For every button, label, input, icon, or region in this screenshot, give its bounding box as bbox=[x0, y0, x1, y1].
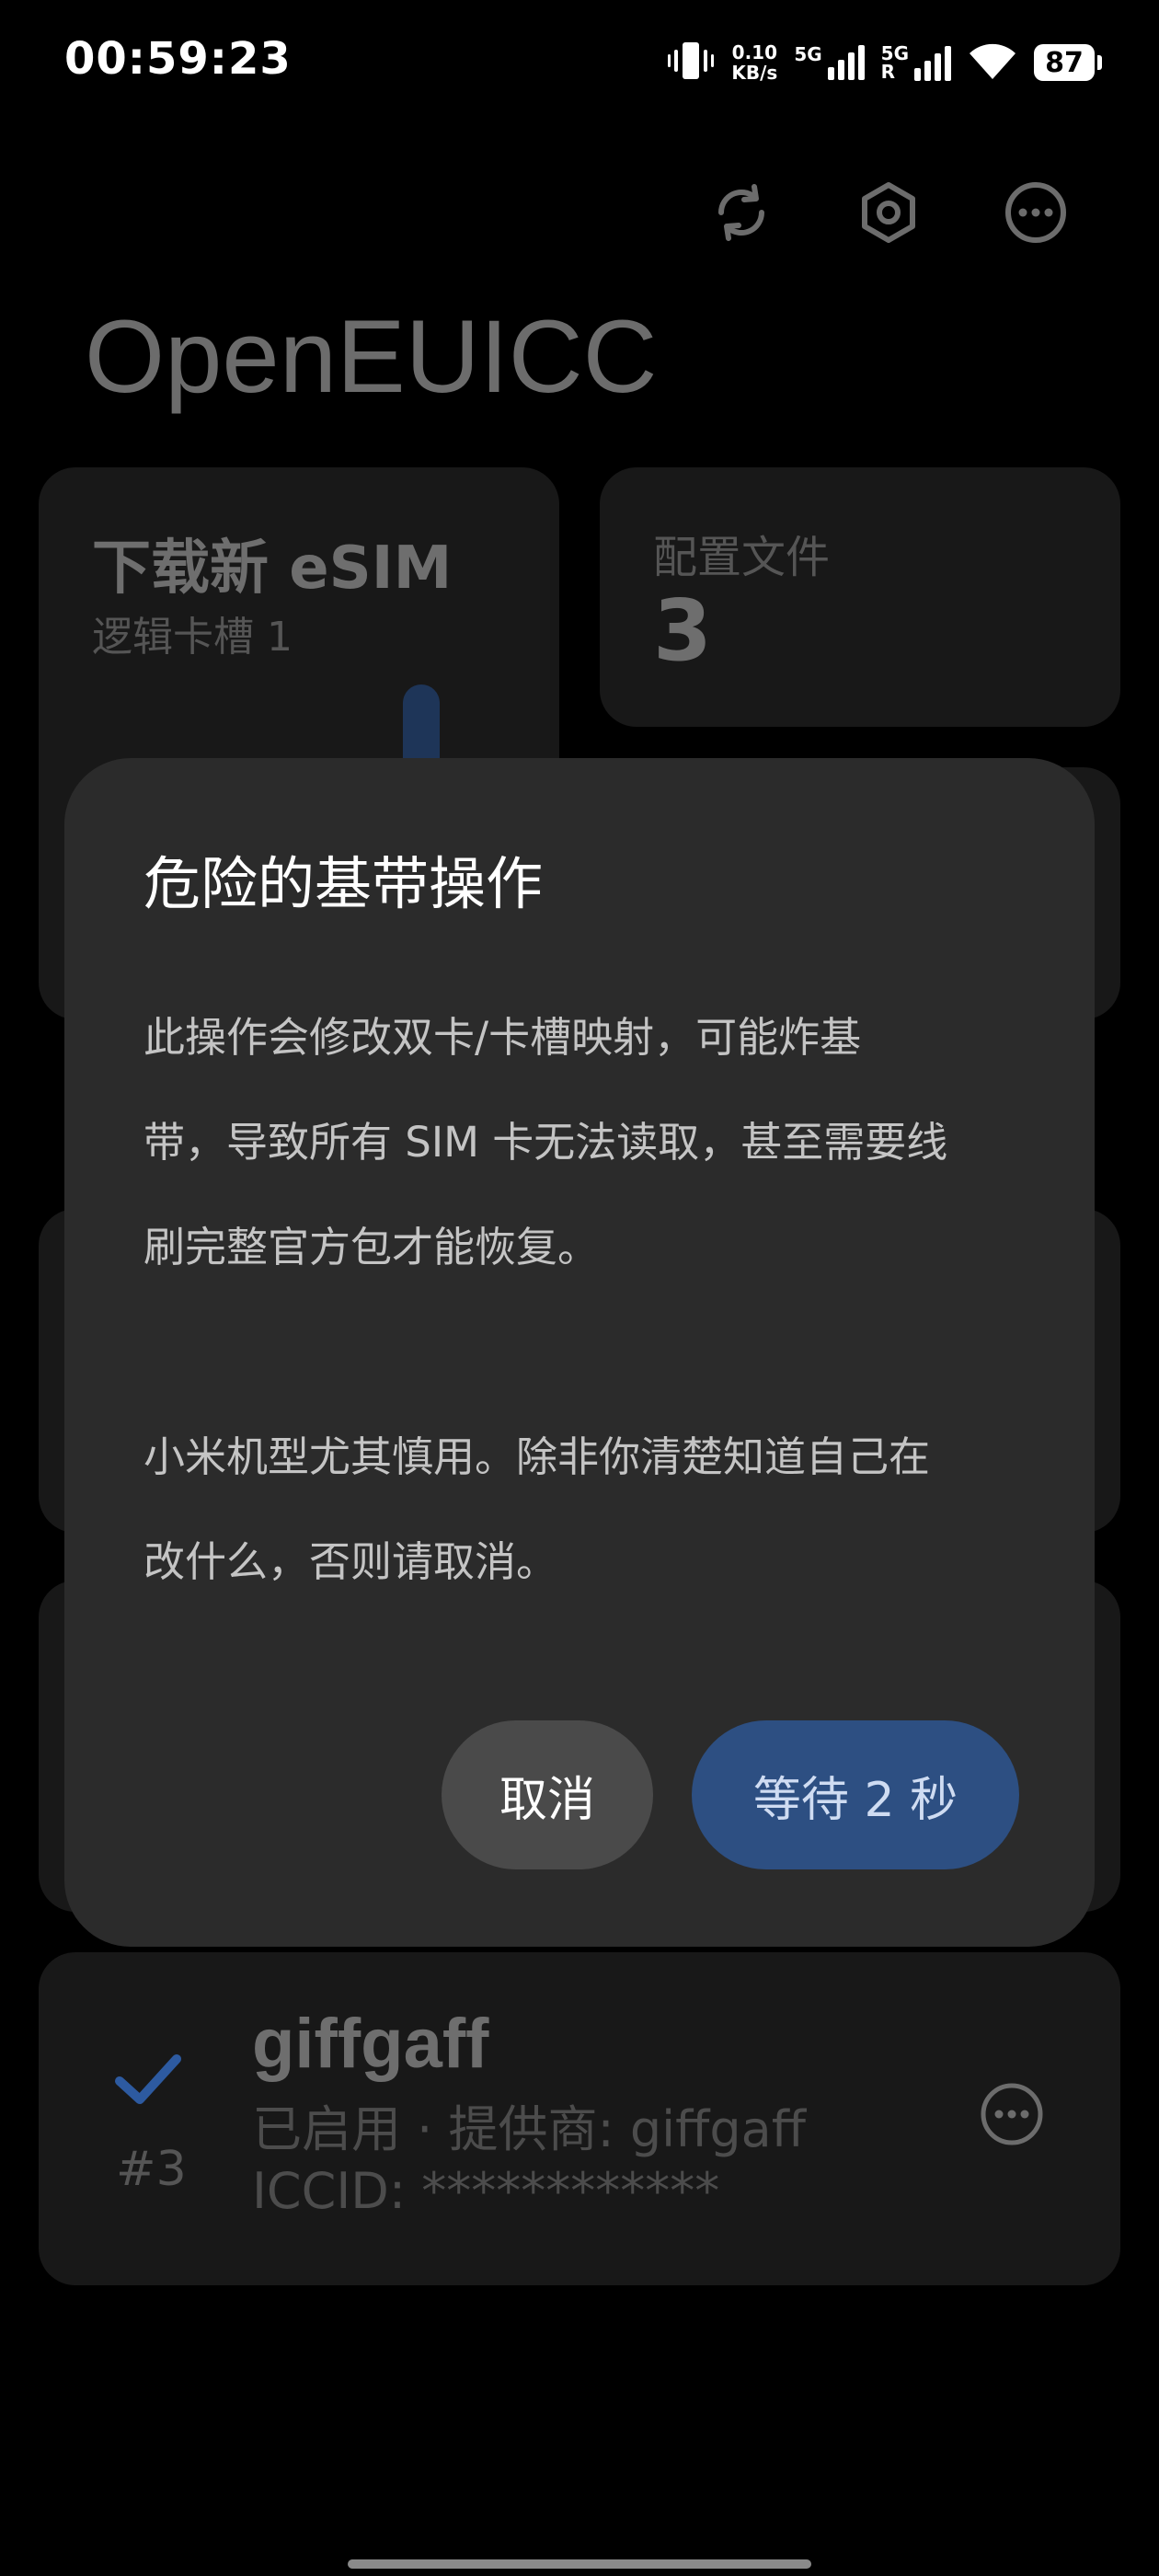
dialog-body: 此操作会修改双卡/卡槽映射，可能炸基 带，导致所有 SIM 卡无法读取，甚至需要… bbox=[143, 959, 1027, 1640]
dialog-title: 危险的基带操作 bbox=[143, 850, 544, 917]
cancel-button[interactable]: 取消 bbox=[442, 1720, 653, 1869]
dialog-body-line: 小米机型尤其慎用。除非你清楚知道自己在 bbox=[143, 1432, 931, 1481]
dialog-body-line: 此操作会修改双卡/卡槽映射，可能炸基 bbox=[143, 1013, 862, 1062]
dialog-body-line: 带，导致所有 SIM 卡无法读取，甚至需要线 bbox=[143, 1118, 948, 1167]
gesture-nav-handle[interactable] bbox=[348, 2559, 811, 2569]
warning-dialog: 危险的基带操作 此操作会修改双卡/卡槽映射，可能炸基 带，导致所有 SIM 卡无… bbox=[64, 758, 1095, 1947]
dialog-body-line: 改什么，否则请取消。 bbox=[143, 1537, 558, 1586]
wait-confirm-button[interactable]: 等待 2 秒 bbox=[692, 1720, 1019, 1869]
dialog-body-line: 刷完整官方包才能恢复。 bbox=[143, 1223, 600, 1271]
